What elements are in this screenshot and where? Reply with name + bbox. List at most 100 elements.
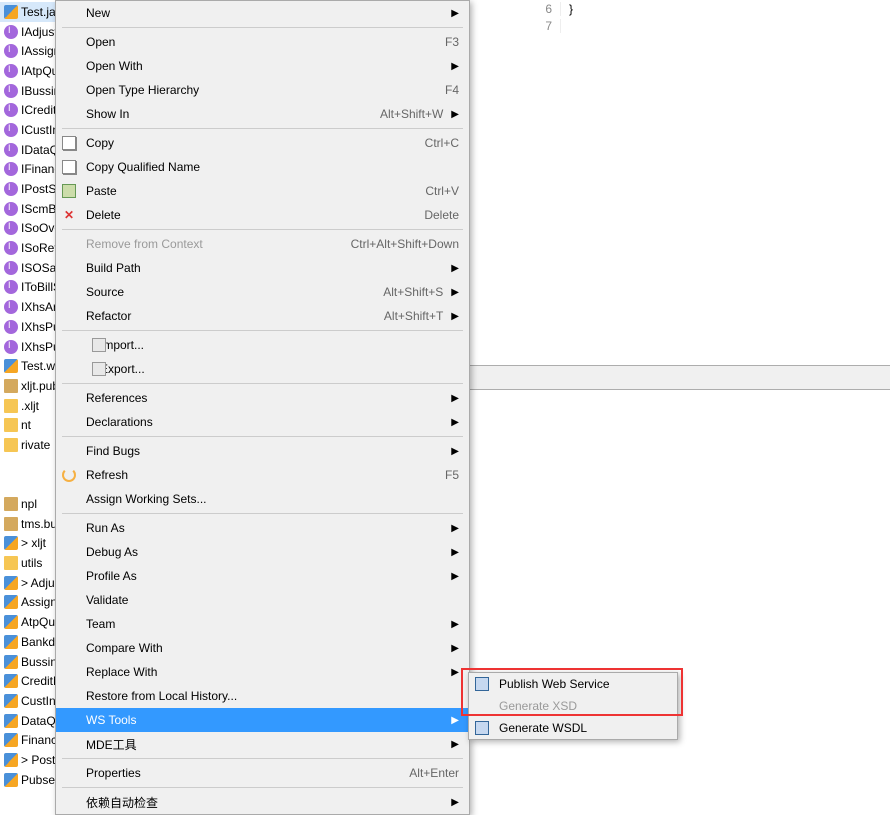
menu-item-refactor[interactable]: RefactorAlt+Shift+T▶ — [56, 304, 469, 328]
menu-item-open-with[interactable]: Open With▶ — [56, 54, 469, 78]
menu-item-assign-working-sets-[interactable]: Assign Working Sets... — [56, 487, 469, 511]
menu-item-refresh[interactable]: RefreshF5 — [56, 463, 469, 487]
menu-item-open-type-hierarchy[interactable]: Open Type HierarchyF4 — [56, 78, 469, 102]
tree-item[interactable]: IAssignn — [0, 41, 60, 61]
tree-item[interactable]: IScmBill — [0, 199, 60, 219]
tree-item[interactable]: IXhsPur — [0, 317, 60, 337]
package-icon — [4, 517, 18, 531]
menu-item--[interactable]: 依赖自动检查▶ — [56, 790, 469, 814]
java-icon — [4, 773, 18, 787]
submenu-arrow-icon: ▶ — [451, 715, 459, 726]
tree-item[interactable]: > Adjus — [0, 573, 60, 593]
menu-item-build-path[interactable]: Build Path▶ — [56, 256, 469, 280]
menu-item-ws-tools[interactable]: WS Tools ▶ — [56, 708, 469, 732]
menu-item-mde-[interactable]: MDE工具▶ — [56, 732, 469, 756]
java-icon — [4, 635, 18, 649]
tree-item[interactable]: ISoOve — [0, 219, 60, 239]
tree-item[interactable]: > PostS — [0, 750, 60, 770]
tree-item[interactable]: .xljt — [0, 396, 60, 416]
menu-item-open[interactable]: OpenF3 — [56, 30, 469, 54]
menu-item-team[interactable]: Team▶ — [56, 612, 469, 636]
tree-item[interactable]: IPostSa — [0, 179, 60, 199]
submenu-arrow-icon: ▶ — [451, 109, 459, 120]
tree-item[interactable]: Finance — [0, 730, 60, 750]
tree-item[interactable]: > xljt — [0, 534, 60, 554]
menu-item-find-bugs[interactable]: Find Bugs▶ — [56, 439, 469, 463]
tree-item[interactable]: IBussinu — [0, 81, 60, 101]
menu-shortcut: Alt+Enter — [409, 766, 459, 780]
tree-item[interactable]: IDataQu — [0, 140, 60, 160]
menu-item-import-[interactable]: Import... — [56, 333, 469, 357]
menu-item-debug-as[interactable]: Debug As▶ — [56, 540, 469, 564]
menu-shortcut: Ctrl+Alt+Shift+Down — [351, 237, 459, 251]
tree-item[interactable] — [0, 475, 60, 495]
menu-item-run-as[interactable]: Run As▶ — [56, 516, 469, 540]
tree-label: xljt.pub — [21, 379, 59, 393]
menu-item-validate[interactable]: Validate — [56, 588, 469, 612]
menu-item-copy-qualified-name[interactable]: Copy Qualified Name — [56, 155, 469, 179]
tree-label: npl — [21, 497, 37, 511]
menu-item-references[interactable]: References▶ — [56, 386, 469, 410]
tree-item[interactable]: AtpQue — [0, 612, 60, 632]
tree-item[interactable]: nt — [0, 415, 60, 435]
menu-item-declarations[interactable]: Declarations▶ — [56, 410, 469, 434]
interface-icon — [4, 64, 18, 78]
submenu-arrow-icon: ▶ — [451, 417, 459, 428]
tree-item[interactable]: Test.java — [0, 2, 60, 22]
tree-item[interactable]: xljt.pub — [0, 376, 60, 396]
menu-shortcut: Ctrl+V — [425, 184, 459, 198]
tree-item[interactable]: IAdjustR — [0, 22, 60, 42]
menu-item-remove-from-context: Remove from ContextCtrl+Alt+Shift+Down — [56, 232, 469, 256]
tree-item[interactable] — [0, 455, 60, 475]
menu-item-delete[interactable]: ✕DeleteDelete — [56, 203, 469, 227]
tree-item[interactable]: Bussinu — [0, 652, 60, 672]
menu-item-new[interactable]: New▶ — [56, 1, 469, 25]
interface-icon — [4, 25, 18, 39]
submenu-arrow-icon: ▶ — [451, 446, 459, 457]
project-explorer[interactable]: Test.javaIAdjustRIAssignnIAtpQueIBussinu… — [0, 0, 60, 792]
tree-item[interactable]: IXhsArE — [0, 297, 60, 317]
java-icon — [4, 595, 18, 609]
tree-item[interactable]: ICreditN — [0, 100, 60, 120]
menu-label: Properties — [86, 766, 409, 780]
tree-item[interactable]: IFinance — [0, 160, 60, 180]
tree-item[interactable]: rivate — [0, 435, 60, 455]
tree-item[interactable]: Test.ws — [0, 356, 60, 376]
menu-item-show-in[interactable]: Show InAlt+Shift+W▶ — [56, 102, 469, 126]
menu-item-restore-from-local-history-[interactable]: Restore from Local History... — [56, 684, 469, 708]
code-text[interactable]: } — [561, 2, 573, 16]
menu-label: Show In — [86, 107, 380, 121]
menu-item-paste[interactable]: PasteCtrl+V — [56, 179, 469, 203]
menu-label: Assign Working Sets... — [86, 492, 459, 506]
tree-item[interactable]: IAtpQue — [0, 61, 60, 81]
tree-item[interactable]: tms.busi — [0, 514, 60, 534]
menu-label: Refactor — [86, 309, 384, 323]
menu-item-replace-with[interactable]: Replace With▶ — [56, 660, 469, 684]
menu-label: Import... — [100, 338, 459, 352]
menu-item-properties[interactable]: PropertiesAlt+Enter — [56, 761, 469, 785]
menu-label: WS Tools — [86, 713, 443, 727]
tree-item[interactable]: IXhsPur — [0, 337, 60, 357]
tree-item[interactable]: CreditN — [0, 671, 60, 691]
tree-item[interactable]: IToBillS — [0, 278, 60, 298]
tree-item[interactable]: PubserviceForDBImpl RequiresNew.java — [0, 770, 60, 790]
tree-item[interactable]: ICustInf — [0, 120, 60, 140]
tree-item[interactable]: AssignS — [0, 593, 60, 613]
menu-shortcut: Alt+Shift+T — [384, 309, 443, 323]
tree-item[interactable]: CustInfc — [0, 691, 60, 711]
menu-item-profile-as[interactable]: Profile As▶ — [56, 564, 469, 588]
tree-item[interactable]: utils — [0, 553, 60, 573]
tree-item[interactable]: DataQu — [0, 711, 60, 731]
menu-label: Restore from Local History... — [86, 689, 459, 703]
tree-item[interactable]: npl — [0, 494, 60, 514]
menu-item-export-[interactable]: Export... — [56, 357, 469, 381]
submenu-item-generate-wsdl[interactable]: Generate WSDL — [469, 717, 677, 739]
menu-label: Refresh — [86, 468, 445, 482]
tree-item[interactable]: ISOSale — [0, 258, 60, 278]
menu-item-source[interactable]: SourceAlt+Shift+S▶ — [56, 280, 469, 304]
menu-item-compare-with[interactable]: Compare With▶ — [56, 636, 469, 660]
submenu-item-publish-web-service[interactable]: Publish Web Service — [469, 673, 677, 695]
menu-item-copy[interactable]: CopyCtrl+C — [56, 131, 469, 155]
tree-item[interactable]: Bankdc — [0, 632, 60, 652]
tree-item[interactable]: ISoRetu — [0, 238, 60, 258]
